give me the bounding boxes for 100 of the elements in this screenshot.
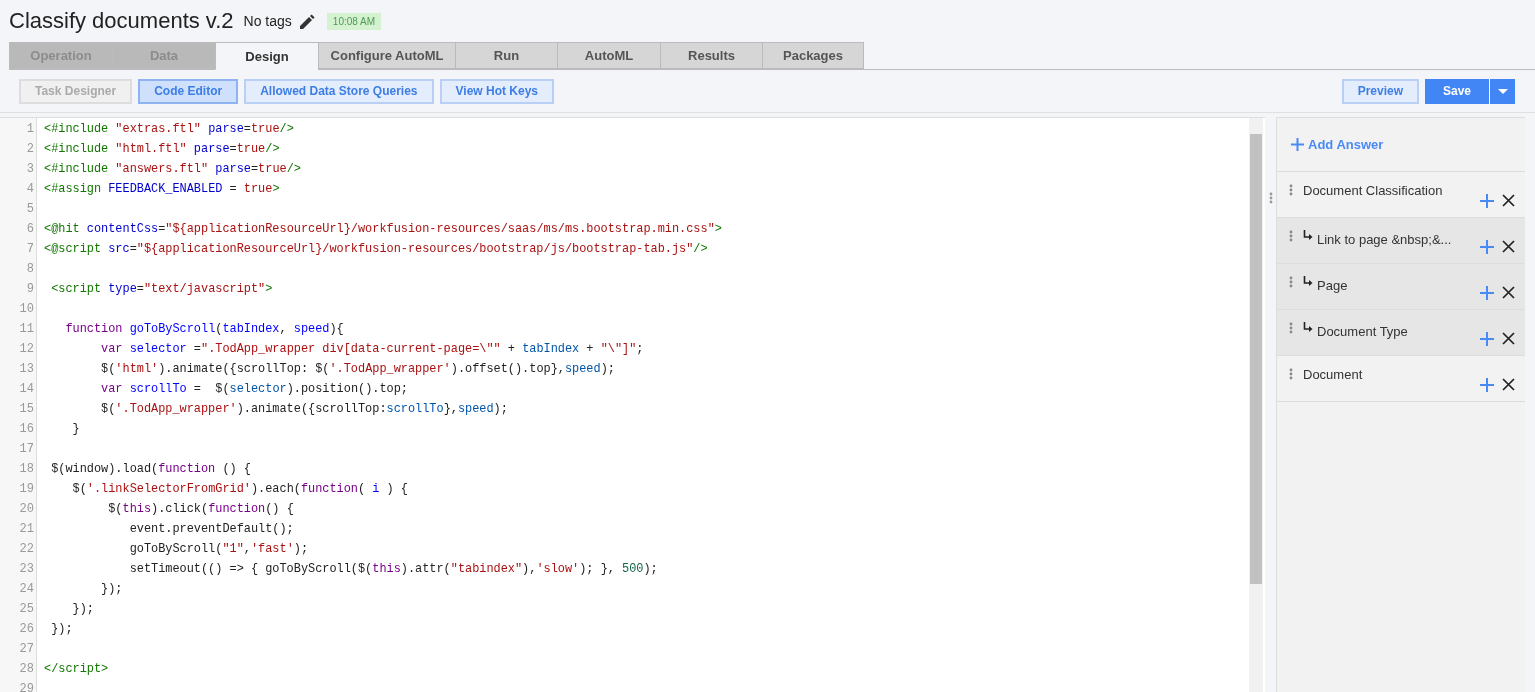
time-badge: 10:08 AM xyxy=(326,12,382,30)
close-icon[interactable] xyxy=(1502,286,1515,299)
drag-handle-icon[interactable] xyxy=(1289,276,1293,288)
child-arrow-icon xyxy=(1303,322,1313,333)
splitter-handle-icon[interactable] xyxy=(1268,192,1273,204)
line-number: 15 xyxy=(18,402,35,418)
tab[interactable]: Results xyxy=(660,42,762,69)
line-number: 8 xyxy=(25,262,35,278)
add-icon[interactable] xyxy=(1480,332,1494,346)
scrollbar[interactable] xyxy=(1249,118,1263,692)
tab[interactable]: Configure AutoML xyxy=(318,42,455,69)
answer-label: Document xyxy=(1303,367,1364,382)
add-icon[interactable] xyxy=(1480,286,1494,300)
tags-label: No tags xyxy=(243,13,292,29)
code-line: $('html').animate({scrollTop: $('.TodApp_wrapper').offset().top},speed); xyxy=(100,362,615,376)
close-icon[interactable] xyxy=(1502,378,1515,391)
add-icon[interactable] xyxy=(1480,378,1494,392)
line-number: 10 xyxy=(18,302,35,318)
answer-label: Page xyxy=(1317,278,1349,293)
line-number: 22 xyxy=(18,542,35,558)
code-line: <#assign FEEDBACK_ENABLED = true> xyxy=(44,182,280,196)
line-number: 29 xyxy=(18,682,35,692)
code-line: <#include "answers.ftl" parse=true/> xyxy=(44,162,301,176)
tab[interactable]: Run xyxy=(455,42,557,69)
code-line: </script> xyxy=(44,662,109,676)
line-number: 5 xyxy=(25,202,35,218)
code-line: goToByScroll("1",'fast'); xyxy=(128,542,309,556)
line-number: 27 xyxy=(18,642,35,658)
line-number: 3 xyxy=(25,162,35,178)
toolbar-button[interactable]: Code Editor xyxy=(138,78,239,104)
add-answer-button[interactable]: Add Answer xyxy=(1277,118,1525,172)
line-number: 12 xyxy=(18,342,35,358)
code-line: }); xyxy=(71,602,94,616)
close-icon[interactable] xyxy=(1502,332,1515,345)
add-icon[interactable] xyxy=(1480,194,1494,208)
line-number: 17 xyxy=(18,442,35,458)
answer-row[interactable]: Page xyxy=(1277,264,1525,310)
code-line: <#include "extras.ftl" parse=true/> xyxy=(44,122,294,136)
line-number: 18 xyxy=(18,462,35,478)
code-line: <script type="text/javascript"> xyxy=(50,282,273,296)
line-number: 16 xyxy=(18,422,35,438)
answer-row[interactable]: Document Type xyxy=(1277,310,1525,356)
code-line: }); xyxy=(50,622,73,636)
drag-handle-icon[interactable] xyxy=(1289,368,1293,380)
answer-label: Document Classification xyxy=(1303,183,1444,198)
code-line: <@hit contentCss="${applicationResourceUrl}/workfusion-resources/saas/ms/ms.bootstrap.min.css"> xyxy=(44,222,722,236)
code-line: <#include "html.ftl" parse=true/> xyxy=(44,142,280,156)
line-number: 14 xyxy=(18,382,35,398)
code-line: $(window).load(function () { xyxy=(50,462,251,476)
preview-button[interactable]: Preview xyxy=(1341,78,1419,104)
code-line: event.preventDefault(); xyxy=(128,522,294,536)
close-icon[interactable] xyxy=(1502,240,1515,253)
line-number: 13 xyxy=(18,362,35,378)
toolbar-button[interactable]: Allowed Data Store Queries xyxy=(244,78,434,104)
line-number: 23 xyxy=(18,562,35,578)
scrollbar-thumb[interactable] xyxy=(1250,134,1262,584)
save-menu-button[interactable] xyxy=(1489,78,1515,104)
drag-handle-icon[interactable] xyxy=(1289,230,1293,242)
answer-label: Link to page &nbsp;&... xyxy=(1317,232,1453,247)
close-icon[interactable] xyxy=(1502,194,1515,207)
child-arrow-icon xyxy=(1303,230,1313,241)
add-icon[interactable] xyxy=(1480,240,1494,254)
code-line: var scrollTo = $(selector).position().top; xyxy=(100,382,408,396)
line-number: 6 xyxy=(25,222,35,238)
line-number: 25 xyxy=(18,602,35,618)
child-arrow-icon xyxy=(1303,276,1313,287)
line-number: 9 xyxy=(25,282,35,298)
code-line: $('.linkSelectorFromGrid').each(function( i ) { xyxy=(71,482,408,496)
code-editor[interactable] xyxy=(0,117,1265,692)
line-number: 11 xyxy=(18,322,35,338)
code-line: $(this).click(function() { xyxy=(107,502,294,516)
answer-row[interactable]: Link to page &nbsp;&... xyxy=(1277,218,1525,264)
tab[interactable]: Design xyxy=(215,42,318,70)
code-line: function goToByScroll(tabIndex, speed){ xyxy=(64,322,344,336)
answer-row[interactable]: Document xyxy=(1277,356,1525,402)
line-number: 2 xyxy=(25,142,35,158)
line-number: 26 xyxy=(18,622,35,638)
line-number: 20 xyxy=(18,502,35,518)
line-number: 24 xyxy=(18,582,35,598)
drag-handle-icon[interactable] xyxy=(1289,184,1293,196)
tab[interactable]: Packages xyxy=(762,42,864,69)
line-number: 1 xyxy=(25,122,35,138)
line-number: 19 xyxy=(18,482,35,498)
code-line: $('.TodApp_wrapper').animate({scrollTop:scrollTo},speed); xyxy=(100,402,508,416)
code-line: setTimeout(() => { goToByScroll($(this).attr("tabindex"),'slow'); }, 500); xyxy=(128,562,658,576)
line-number: 28 xyxy=(18,662,35,678)
drag-handle-icon[interactable] xyxy=(1289,322,1293,334)
page-title: Classify documents v.2 xyxy=(9,8,234,34)
answer-label: Document Type xyxy=(1317,324,1409,339)
line-number: 21 xyxy=(18,522,35,538)
code-line: var selector =".TodApp_wrapper div[data-current-page=\"" + tabIndex + "\"]"; xyxy=(100,342,644,356)
toolbar-button[interactable]: View Hot Keys xyxy=(439,78,555,104)
caret-icon xyxy=(1497,88,1508,94)
pencil-icon[interactable] xyxy=(299,13,315,29)
tab[interactable]: AutoML xyxy=(557,42,660,69)
line-number: 4 xyxy=(25,182,35,198)
line-number: 7 xyxy=(25,242,35,258)
add-icon xyxy=(1291,138,1304,151)
save-button[interactable]: Save xyxy=(1425,78,1489,104)
code-line: } xyxy=(71,422,80,436)
